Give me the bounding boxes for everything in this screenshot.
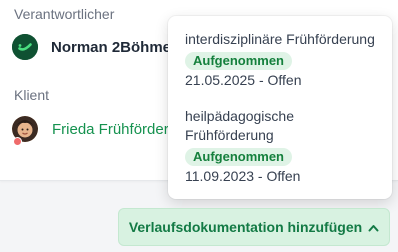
responsible-row[interactable]: Norman 2Böhmer [12, 34, 177, 60]
program-title: heilpädagogische Frühförderung [185, 108, 294, 143]
client-avatar [12, 116, 38, 146]
program-title: interdisziplinäre Frühförderung [185, 31, 375, 47]
logo-avatar-icon [12, 34, 38, 60]
chevron-up-icon [368, 219, 379, 235]
add-progress-documentation-label: Verlaufsdokumentation hinzufügen [128, 219, 363, 235]
add-progress-documentation-button[interactable]: Verlaufsdokumentation hinzufügen [118, 208, 390, 246]
program-popover: interdisziplinäre Frühförderung Aufgenom… [168, 16, 392, 199]
client-label: Klient [14, 87, 50, 103]
program-item-1[interactable]: interdisziplinäre Frühförderung Aufgenom… [185, 30, 385, 90]
status-badge: Aufgenommen [185, 148, 292, 166]
responsible-label: Verantwortlicher [14, 6, 115, 22]
responsible-name: Norman 2Böhmer [51, 38, 177, 56]
client-row[interactable]: Frieda Frühförderung [12, 116, 194, 146]
program-date-status: 21.05.2025 - Offen [185, 72, 302, 88]
program-date-status: 11.09.2023 - Offen [185, 168, 301, 184]
status-dot [13, 137, 22, 146]
program-item-2[interactable]: heilpädagogische Frühförderung Aufgenomm… [185, 107, 385, 186]
status-badge: Aufgenommen [185, 52, 292, 70]
